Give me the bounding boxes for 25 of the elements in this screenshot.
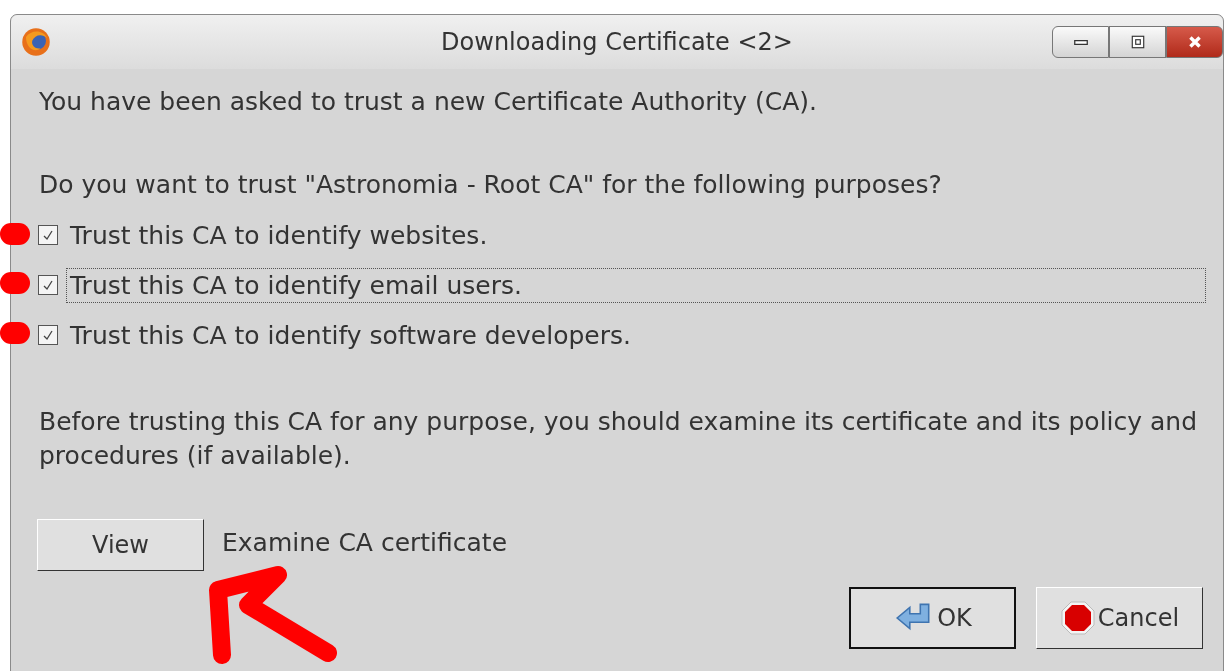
globe-icon	[21, 27, 51, 57]
maximize-icon	[1129, 34, 1146, 50]
cancel-button[interactable]: Cancel	[1036, 587, 1203, 649]
view-description: Examine CA certificate	[222, 527, 508, 557]
checkbox[interactable]	[38, 275, 58, 295]
window-title: Downloading Certificate <2>	[441, 28, 793, 56]
question-text: Do you want to trust "Astronomia - Root CA" for the following purposes?	[39, 170, 943, 200]
checkbox[interactable]	[38, 325, 58, 345]
view-button[interactable]: View	[37, 519, 204, 571]
maximize-button[interactable]	[1109, 26, 1166, 58]
checkbox-label[interactable]: Trust this CA to identify websites.	[66, 217, 492, 253]
annotation-mark	[0, 223, 30, 245]
close-icon	[1186, 34, 1203, 50]
stop-icon	[1059, 600, 1096, 636]
checkbox[interactable]	[38, 225, 58, 245]
minimize-icon	[1073, 39, 1088, 45]
checkbox-label[interactable]: Trust this CA to identify email users.	[66, 267, 1206, 303]
ok-button[interactable]: OK	[849, 587, 1016, 649]
intro-text: You have been asked to trust a new Certificate Authority (CA).	[39, 87, 818, 117]
advice-text: Before trusting this CA for any purpose, you should examine its certificate and its policy and procedures (if available).	[39, 406, 1199, 472]
close-button[interactable]	[1166, 26, 1223, 58]
minimize-button[interactable]	[1052, 26, 1109, 58]
annotation-mark	[0, 322, 30, 344]
annotation-mark	[0, 272, 30, 294]
checkbox-label[interactable]: Trust this CA to identify software developers.	[66, 317, 635, 353]
